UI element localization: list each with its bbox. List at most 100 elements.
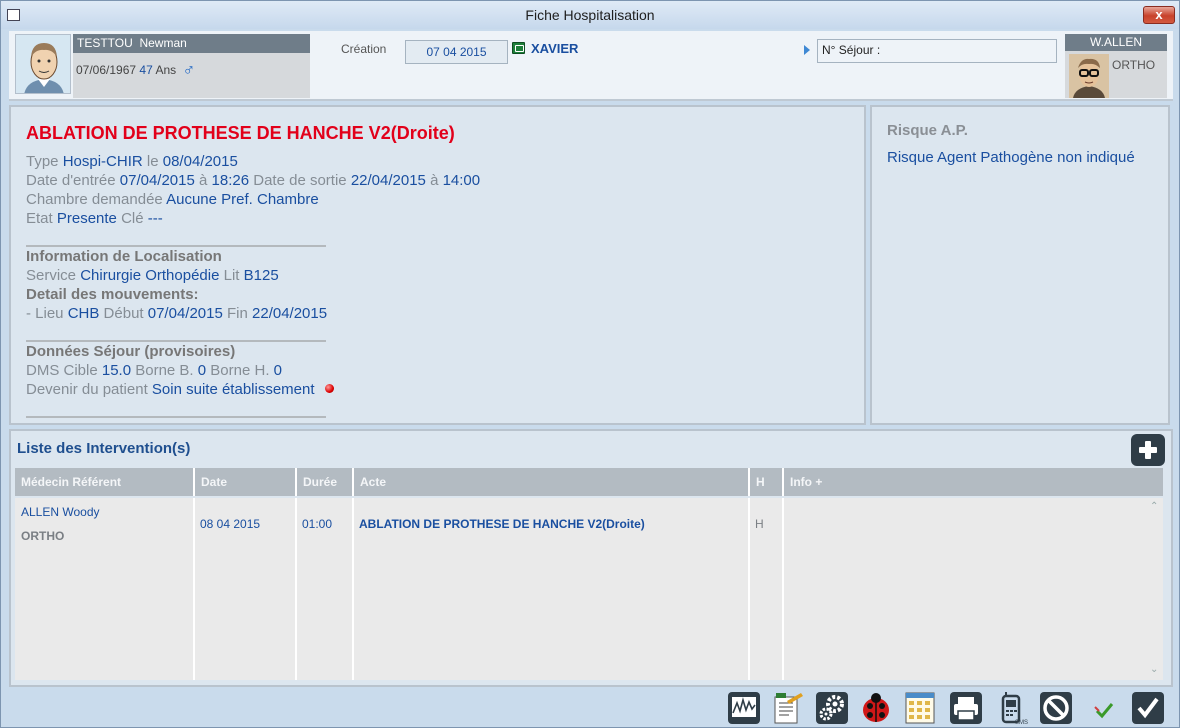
row-medecin: ALLEN Woody xyxy=(21,505,100,519)
interventions-panel: Liste des Intervention(s) Médecin Référe… xyxy=(9,429,1173,687)
separator xyxy=(26,416,326,418)
dms-label: DMS Cible xyxy=(26,362,98,379)
devenir-line: Devenir du patient Soin suite établissem… xyxy=(26,381,334,398)
col-acte[interactable]: Acte xyxy=(354,468,750,496)
printer-icon[interactable] xyxy=(949,691,983,725)
sejour-data-title: Données Séjour (provisoires) xyxy=(26,343,236,360)
dms-value: 15.0 xyxy=(101,362,132,379)
service-value: Chirurgie Orthopédie xyxy=(80,267,220,284)
patient-age-unit: Ans xyxy=(155,63,177,77)
lieu-line: - Lieu CHB Début 07/04/2015 Fin 22/04/20… xyxy=(26,305,327,322)
row-date: 08 04 2015 xyxy=(200,517,261,531)
patient-age: 47 xyxy=(139,63,153,77)
cancel-icon[interactable] xyxy=(1039,691,1073,725)
creation-label: Création xyxy=(341,42,387,56)
fin-label: Fin xyxy=(227,305,248,322)
state-value: Presente xyxy=(56,210,117,227)
a-label: à xyxy=(199,172,208,189)
service-label: Service xyxy=(26,267,77,284)
localisation-title: Information de Localisation xyxy=(26,248,222,265)
le-label: le xyxy=(146,153,159,170)
ladybug-icon[interactable] xyxy=(859,691,893,725)
type-date: 08/04/2015 xyxy=(162,153,238,170)
dates-line: Date d'entrée 07/04/2015 à 18:26 Date de… xyxy=(26,172,480,189)
col-h[interactable]: H xyxy=(750,468,784,496)
header-bar: TESTTOU Newman 07/06/1967 47 Ans ♂ Créat… xyxy=(9,31,1173,101)
key-value: --- xyxy=(147,210,163,227)
title-bar: Fiche Hospitalisation x xyxy=(1,1,1179,29)
settings-icon[interactable] xyxy=(815,691,849,725)
sejour-label: N° Séjour : xyxy=(822,43,881,57)
window: Fiche Hospitalisation x TESTTOU Newman 0… xyxy=(0,0,1180,728)
checkmark-small-icon[interactable] xyxy=(1087,691,1121,725)
patient-info-box[interactable]: TESTTOU Newman 07/06/1967 47 Ans ♂ xyxy=(73,34,310,98)
exit-date: 22/04/2015 xyxy=(350,172,426,189)
sejour-arrow-icon[interactable] xyxy=(804,45,810,55)
col-info[interactable]: Info + xyxy=(784,468,1163,496)
sms-phone-icon[interactable]: SMS xyxy=(995,691,1029,725)
service-line: Service Chirurgie Orthopédie Lit B125 xyxy=(26,267,279,284)
col-duree[interactable]: Durée xyxy=(297,468,354,496)
user-book-icon xyxy=(512,42,525,54)
borne-h-label: Borne H. xyxy=(210,362,270,379)
devenir-value: Soin suite établissement xyxy=(151,381,315,398)
doctor-info-box[interactable]: W.ALLEN ORTHO xyxy=(1065,34,1167,98)
lit-value: B125 xyxy=(243,267,279,284)
state-line: Etat Presente Clé --- xyxy=(26,210,163,227)
document-edit-icon[interactable] xyxy=(771,691,805,725)
validate-icon[interactable] xyxy=(1131,691,1165,725)
dms-line: DMS Cible 15.0 Borne B. 0 Borne H. 0 xyxy=(26,362,282,379)
room-value: Aucune Pref. Chambre xyxy=(166,191,319,208)
room-label: Chambre demandée xyxy=(26,191,163,208)
movements-title: Detail des mouvements: xyxy=(26,286,199,303)
scroll-down-icon[interactable]: ⌄ xyxy=(1150,664,1158,675)
row-h: H xyxy=(755,517,764,531)
row-acte: ABLATION DE PROTHESE DE HANCHE V2(Droite… xyxy=(359,517,645,531)
risk-panel: Risque A.P. Risque Agent Pathogène non i… xyxy=(870,105,1170,425)
state-label: Etat xyxy=(26,210,53,227)
doctor-specialty: ORTHO xyxy=(1112,58,1156,72)
patient-avatar xyxy=(15,34,71,94)
patient-details: 07/06/1967 47 Ans ♂ xyxy=(76,59,195,79)
doctor-avatar xyxy=(1069,54,1109,98)
col-date[interactable]: Date xyxy=(195,468,297,496)
borne-h-value: 0 xyxy=(273,362,283,379)
type-value: Hospi-CHIR xyxy=(62,153,143,170)
row-specialite: ORTHO xyxy=(21,529,65,543)
borne-b-label: Borne B. xyxy=(135,362,194,379)
stay-details-panel: ABLATION DE PROTHESE DE HANCHE V2(Droite… xyxy=(9,105,866,425)
calendar-grid-icon[interactable] xyxy=(903,691,937,725)
lieu-label: - Lieu xyxy=(26,305,64,322)
sejour-field[interactable]: N° Séjour : xyxy=(817,39,1057,63)
entry-date: 07/04/2015 xyxy=(119,172,195,189)
exit-label: Date de sortie xyxy=(253,172,347,189)
lieu-value: CHB xyxy=(67,305,100,322)
creation-date-field[interactable]: 07 04 2015 xyxy=(405,40,508,64)
risk-text: Risque Agent Pathogène non indiqué xyxy=(887,149,1135,166)
add-intervention-button[interactable] xyxy=(1131,434,1165,466)
fin-value: 22/04/2015 xyxy=(252,305,328,322)
window-title: Fiche Hospitalisation xyxy=(525,7,655,23)
close-button[interactable]: x xyxy=(1143,6,1175,24)
key-label: Clé xyxy=(121,210,144,227)
column-divider xyxy=(15,498,195,680)
bottom-toolbar: SMS xyxy=(9,691,1173,727)
table-header: Médecin Référent Date Durée Acte H Info … xyxy=(15,468,1163,496)
scroll-up-icon[interactable]: ⌃ xyxy=(1150,501,1158,512)
procedure-title: ABLATION DE PROTHESE DE HANCHE V2(Droite… xyxy=(26,123,455,143)
patient-dob: 07/06/1967 xyxy=(76,63,137,77)
entry-time: 18:26 xyxy=(211,172,250,189)
separator xyxy=(26,340,326,342)
table-scrollbar[interactable]: ⌃ ⌄ xyxy=(1147,498,1163,680)
entry-label: Date d'entrée xyxy=(26,172,116,189)
table-body: ALLEN Woody ORTHO 08 04 2015 01:00 ABLAT… xyxy=(15,498,1163,680)
debut-value: 07/04/2015 xyxy=(147,305,223,322)
chart-icon[interactable] xyxy=(727,691,761,725)
type-line: Type Hospi-CHIR le 08/04/2015 xyxy=(26,153,238,170)
col-medecin[interactable]: Médecin Référent xyxy=(15,468,195,496)
row-duree: 01:00 xyxy=(302,517,333,531)
exit-time: 14:00 xyxy=(442,172,481,189)
separator xyxy=(26,245,326,247)
risk-title: Risque A.P. xyxy=(887,122,968,139)
devenir-label: Devenir du patient xyxy=(26,381,148,398)
